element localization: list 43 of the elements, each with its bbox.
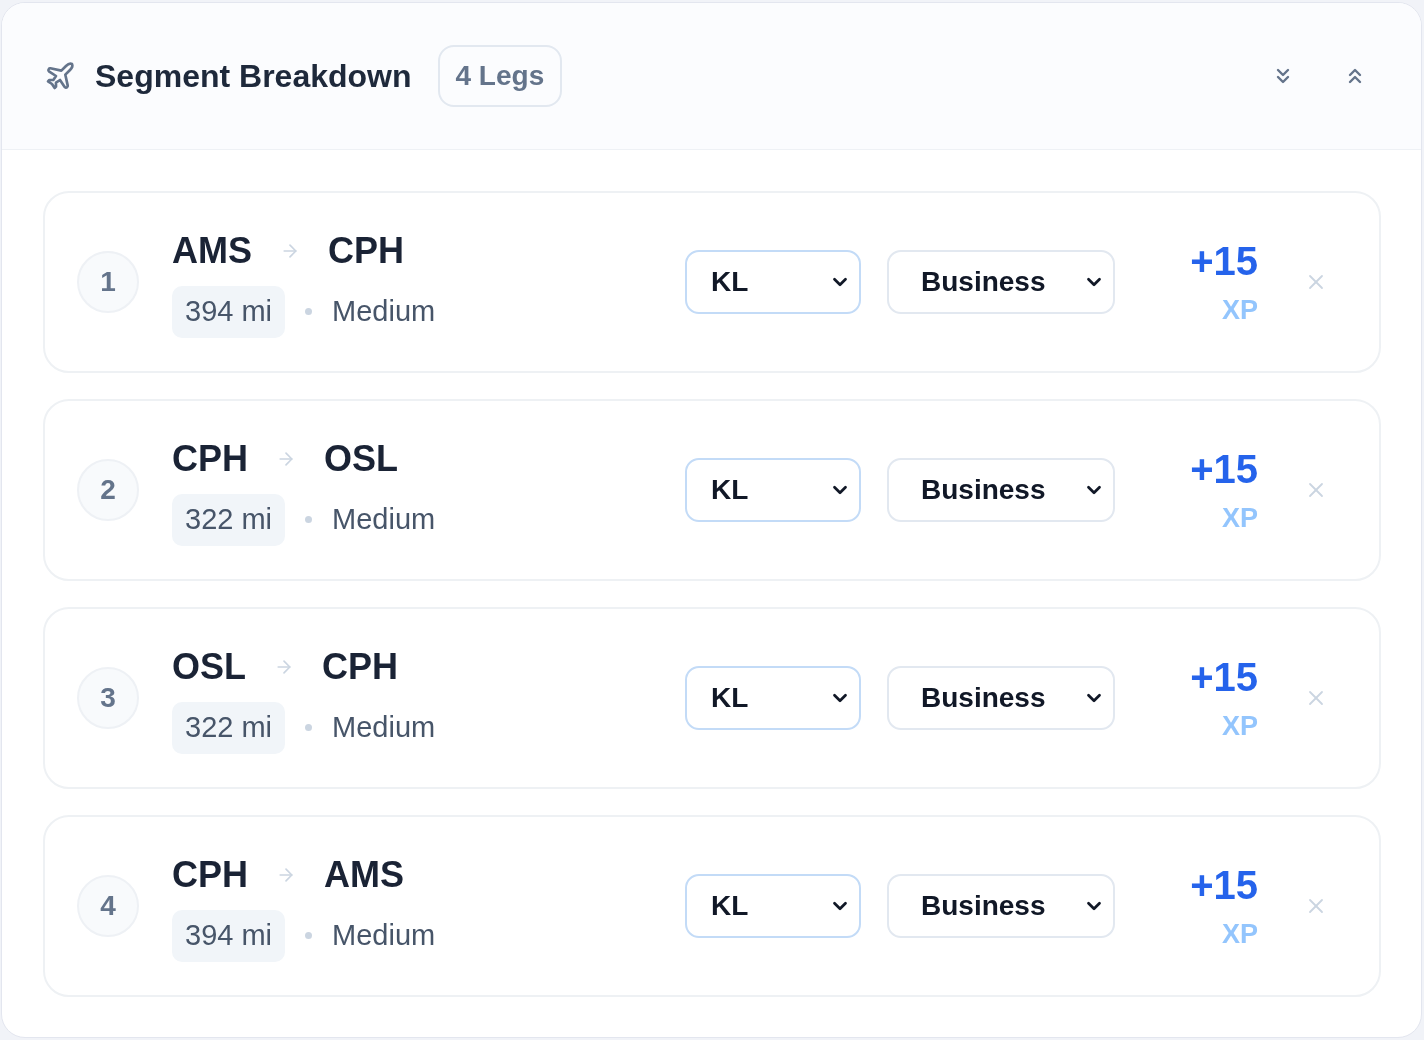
origin-code: AMS [172,230,252,271]
airline-select[interactable]: KL [685,458,861,522]
panel-title: Segment Breakdown [95,57,412,95]
distance-tag: 322 mi [172,701,286,754]
xp-value: +15 [1190,447,1258,491]
leg-number: 1 [77,251,139,313]
airline-select[interactable]: KL [685,666,861,730]
destination-code: AMS [324,854,404,895]
distance-tag: 394 mi [172,285,286,338]
legs-count-badge: 4 Legs [437,45,563,107]
cabin-select[interactable]: Business [887,666,1115,730]
cabin-select[interactable]: Business [887,874,1115,938]
cabin-select[interactable]: Business [887,250,1115,314]
leg-number: 2 [77,459,139,521]
distance-tag: 394 mi [172,909,286,962]
xp-unit: XP [1221,711,1258,741]
xp-value: +15 [1190,655,1258,699]
xp-value: +15 [1190,239,1258,283]
separator-dot-icon [305,308,313,315]
haul-label: Medium [332,919,436,952]
xp-unit: XP [1221,295,1258,325]
haul-label: Medium [332,711,436,744]
distance-tag: 322 mi [172,493,286,546]
airline-select[interactable]: KL [685,250,861,314]
separator-dot-icon [305,516,313,523]
plane-icon [44,60,76,92]
cabin-select[interactable]: Business [887,458,1115,522]
destination-code: CPH [328,230,404,271]
destination-code: CPH [322,646,399,687]
airline-select[interactable]: KL [685,874,861,938]
origin-code: CPH [172,854,248,895]
xp-value: +15 [1190,863,1258,907]
separator-dot-icon [305,724,313,731]
separator-dot-icon [305,932,313,939]
leg-number: 3 [77,667,139,729]
origin-code: OSL [172,646,246,687]
haul-label: Medium [332,503,436,536]
xp-unit: XP [1221,503,1258,533]
haul-label: Medium [332,295,436,328]
xp-unit: XP [1221,919,1258,949]
origin-code: CPH [172,438,248,479]
destination-code: OSL [324,438,399,479]
leg-number: 4 [77,875,139,937]
